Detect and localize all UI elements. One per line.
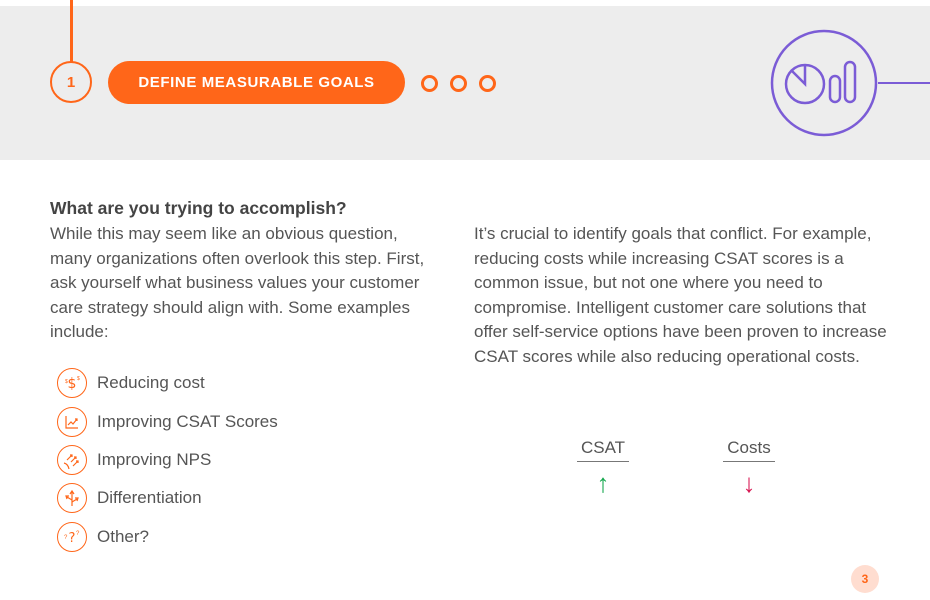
goal-label: Differentiation xyxy=(97,488,202,508)
connector-line-right xyxy=(878,82,930,84)
conflict-paragraph: It’s crucial to identify goals that conf… xyxy=(474,224,887,366)
progress-dot xyxy=(450,75,467,92)
progress-dot xyxy=(421,75,438,92)
section-question: What are you trying to accomplish? xyxy=(50,198,347,218)
metric-csat: CSAT ↑ xyxy=(572,438,634,496)
step-connector-line xyxy=(70,0,73,63)
step-number: 1 xyxy=(66,73,76,91)
svg-text:$: $ xyxy=(68,376,77,392)
step-title-pill: DEFINE MEASURABLE GOALS xyxy=(108,61,405,104)
page-number: 3 xyxy=(861,572,869,586)
dollar-icon: $ $ $ xyxy=(57,368,87,399)
metric-costs: Costs ↓ xyxy=(718,438,780,496)
goal-label: Reducing cost xyxy=(97,373,205,393)
arrow-up-icon: ↑ xyxy=(596,468,610,498)
goal-list: $ $ $ Reducing cost Improving CSAT Scores … xyxy=(57,364,278,556)
question-icon: ??? xyxy=(57,521,87,552)
svg-text:$: $ xyxy=(77,376,80,382)
arrow-down-icon: ↓ xyxy=(742,468,756,498)
svg-text:?: ? xyxy=(64,535,68,541)
svg-text:?: ? xyxy=(69,531,76,546)
list-item: $ $ $ Reducing cost xyxy=(57,364,278,402)
list-item: ??? Other? xyxy=(57,518,278,556)
step-number-badge: 1 xyxy=(50,61,92,103)
chart-icon xyxy=(770,29,880,139)
split-arrows-icon xyxy=(57,483,87,514)
svg-text:$: $ xyxy=(65,379,68,385)
list-item: Improving CSAT Scores xyxy=(57,402,278,440)
arrows-growth-icon xyxy=(57,444,87,475)
goal-label: Improving NPS xyxy=(97,449,212,469)
page-number-badge: 3 xyxy=(851,565,879,593)
step-title: DEFINE MEASURABLE GOALS xyxy=(138,74,375,91)
progress-dot xyxy=(479,75,496,92)
metric-label: CSAT xyxy=(576,438,630,462)
svg-text:?: ? xyxy=(76,531,80,537)
list-item: Improving NPS xyxy=(57,441,278,479)
goal-label: Other? xyxy=(97,526,149,546)
goal-label: Improving CSAT Scores xyxy=(97,411,278,431)
metric-label: Costs xyxy=(723,438,775,462)
trend-chart-icon xyxy=(57,406,87,437)
list-item: Differentiation xyxy=(57,479,278,517)
intro-paragraph: While this may seem like an obvious ques… xyxy=(50,224,425,342)
